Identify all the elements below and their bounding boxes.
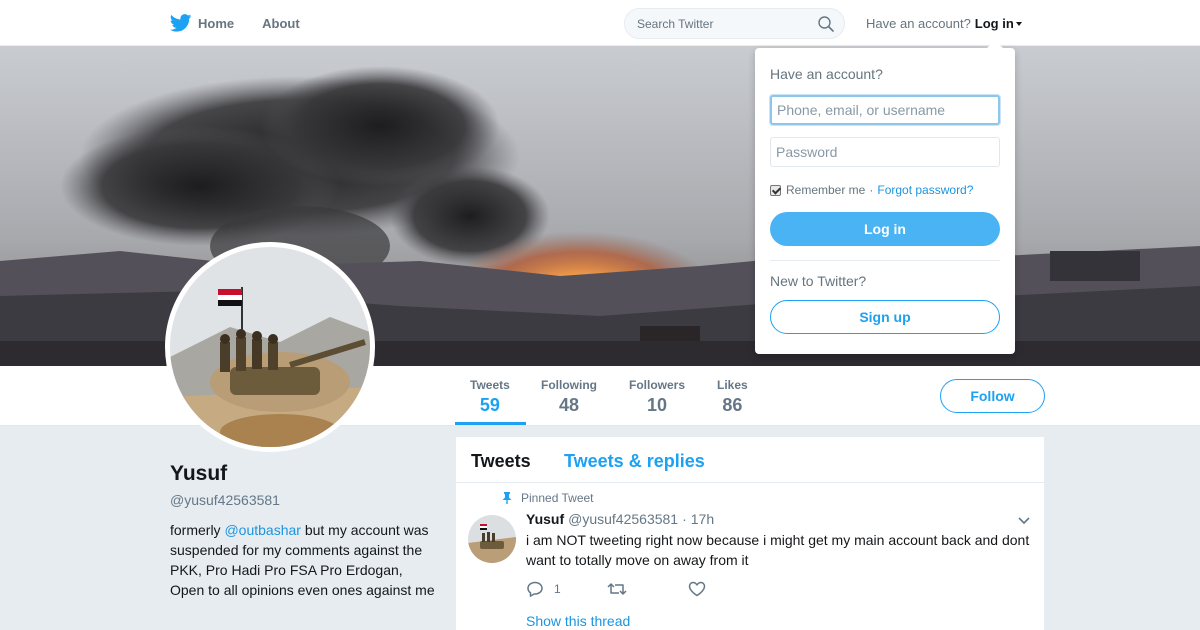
tweet-header: Yusuf @yusuf42563581 · 17h xyxy=(526,511,714,527)
timeline-tabs: Tweets Tweets & replies xyxy=(456,437,1044,483)
heart-icon xyxy=(688,581,706,597)
search-box xyxy=(624,8,845,39)
nav-left: Home About xyxy=(170,0,328,46)
remember-separator: · xyxy=(869,183,874,197)
tweet-separator: · xyxy=(682,511,687,527)
profile-avatar[interactable] xyxy=(165,242,375,452)
login-dropdown-title: Have an account? xyxy=(770,66,883,82)
login-prompt: Have an account? Log in xyxy=(866,16,1022,31)
stat-followers-label: Followers xyxy=(629,378,686,392)
login-dropdown-toggle[interactable]: Log in xyxy=(975,16,1014,31)
signup-button[interactable]: Sign up xyxy=(770,300,1000,334)
profile-card: Yusuf @yusuf42563581 formerly @outbashar… xyxy=(170,462,440,600)
tweet-actions: 1 xyxy=(526,580,769,598)
username-field[interactable] xyxy=(770,95,1000,125)
tweet-timestamp[interactable]: 17h xyxy=(691,511,714,527)
profile-bio: formerly @outbashar but my account was s… xyxy=(170,520,440,600)
retweet-icon xyxy=(607,583,627,595)
tweet-avatar[interactable] xyxy=(468,515,516,563)
profile-handle[interactable]: @yusuf42563581 xyxy=(170,492,440,508)
timeline: Tweets Tweets & replies Pinned Tweet Yus… xyxy=(456,437,1044,630)
stat-likes-value: 86 xyxy=(722,395,743,415)
search-input[interactable] xyxy=(637,17,807,31)
stat-likes-label: Likes xyxy=(717,378,748,392)
follow-button[interactable]: Follow xyxy=(940,379,1045,413)
stat-tweets-value: 59 xyxy=(479,395,500,415)
stat-following[interactable]: Following 48 xyxy=(541,378,597,416)
tweet-author-handle[interactable]: @yusuf42563581 xyxy=(568,511,678,527)
reply-count: 1 xyxy=(554,582,561,596)
like-action[interactable] xyxy=(688,581,769,597)
caret-down-icon[interactable] xyxy=(1015,21,1022,26)
have-account-text: Have an account? xyxy=(866,16,971,31)
pin-icon xyxy=(502,492,512,504)
remember-me-label[interactable]: Remember me xyxy=(786,183,865,197)
password-field[interactable] xyxy=(770,137,1000,167)
tweet-author-name[interactable]: Yusuf xyxy=(526,511,564,527)
bio-prefix: formerly xyxy=(170,522,221,538)
retweet-action[interactable] xyxy=(607,581,688,597)
top-navigation-bar: Home About Have an account? Log in xyxy=(0,0,1200,46)
twitter-bird-icon xyxy=(170,14,192,32)
stat-following-value: 48 xyxy=(558,395,580,415)
nav-home-label: Home xyxy=(198,15,235,31)
reply-icon xyxy=(527,581,543,598)
nav-home-link[interactable]: Home xyxy=(170,14,234,32)
stat-following-label: Following xyxy=(541,378,597,392)
remember-me-checkbox[interactable] xyxy=(770,184,781,196)
forgot-password-link[interactable]: Forgot password? xyxy=(877,183,973,197)
bio-mention-link[interactable]: @outbashar xyxy=(224,522,300,538)
nav-about-label: About xyxy=(262,15,300,31)
new-to-twitter-text: New to Twitter? xyxy=(770,273,867,289)
pinned-label: Pinned Tweet xyxy=(521,491,594,505)
show-thread-link[interactable]: Show this thread xyxy=(526,613,630,629)
search-icon[interactable] xyxy=(818,16,834,32)
active-stat-indicator xyxy=(455,422,526,425)
nav-about-link[interactable]: About xyxy=(262,16,300,31)
tab-tweets-replies[interactable]: Tweets & replies xyxy=(564,451,705,472)
remember-me-row: Remember me · Forgot password? xyxy=(770,183,973,197)
reply-action[interactable]: 1 xyxy=(526,580,607,598)
pinned-tweet-header: Pinned Tweet xyxy=(502,491,594,505)
stat-followers[interactable]: Followers 10 xyxy=(629,378,685,416)
dropdown-divider xyxy=(770,260,1000,261)
profile-name[interactable]: Yusuf xyxy=(170,462,440,486)
chevron-down-icon[interactable] xyxy=(1017,516,1031,526)
stat-followers-value: 10 xyxy=(646,395,668,415)
stat-likes[interactable]: Likes 86 xyxy=(717,378,748,416)
login-dropdown: Have an account? Remember me · Forgot pa… xyxy=(755,40,1015,354)
stat-tweets[interactable]: Tweets 59 xyxy=(470,378,510,416)
stat-tweets-label: Tweets xyxy=(470,378,510,392)
login-button[interactable]: Log in xyxy=(770,212,1000,246)
tweet-text: i am NOT tweeting right now because i mi… xyxy=(526,532,1030,568)
tab-tweets[interactable]: Tweets xyxy=(471,451,531,472)
